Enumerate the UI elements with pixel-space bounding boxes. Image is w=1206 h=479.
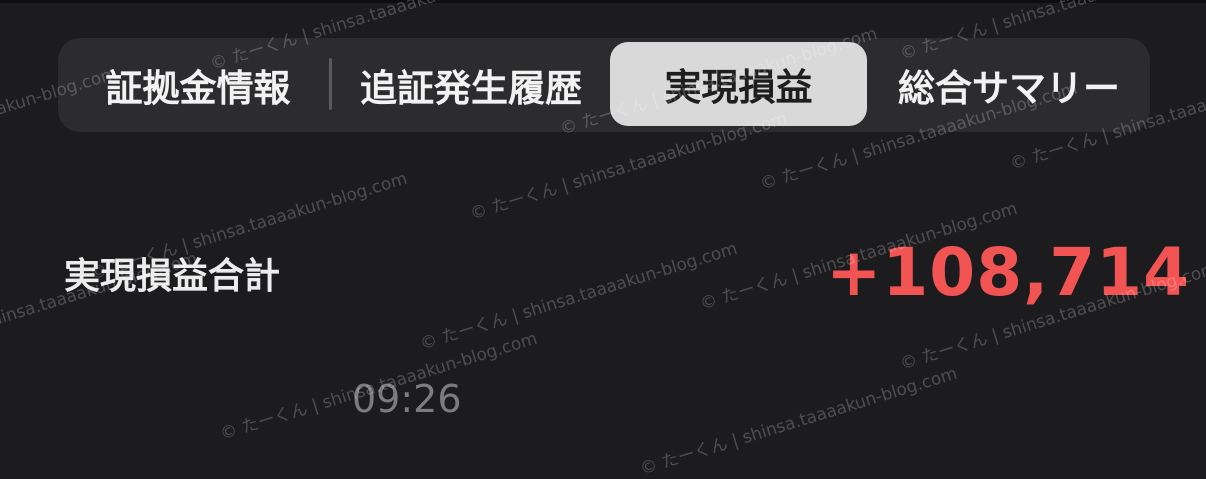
tab-overall-summary[interactable]: 総合サマリー: [870, 44, 1148, 126]
tab-realized-pl[interactable]: 実現損益: [610, 42, 867, 126]
realized-pl-total-label: 実現損益合計: [64, 256, 281, 297]
tab-margin-info[interactable]: 証拠金情報: [66, 44, 330, 126]
realized-pl-total-value: +108,714: [826, 234, 1190, 311]
top-border: [0, 0, 1206, 3]
tab-divider: [329, 58, 332, 110]
video-timestamp: 09:26: [352, 377, 462, 421]
tab-margin-call-history[interactable]: 追証発生履歴: [336, 44, 606, 126]
watermark-text: © たーくん | shinsa.taaaakun-blog.com: [637, 363, 960, 479]
segmented-tab-bar: 証拠金情報 追証発生履歴 実現損益 総合サマリー: [58, 38, 1150, 132]
watermark-text: © たーくん | shinsa.taaaakun-blog.com: [417, 238, 740, 355]
